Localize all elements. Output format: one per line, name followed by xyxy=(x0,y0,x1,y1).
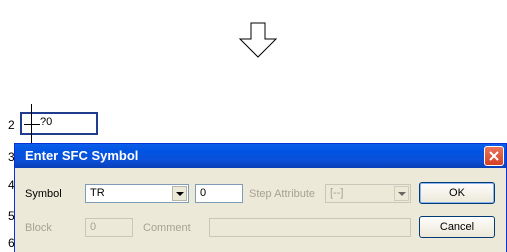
symbol-label: Symbol xyxy=(25,188,62,200)
block-input[interactable]: 0 xyxy=(85,218,133,237)
dialog-titlebar[interactable]: Enter SFC Symbol xyxy=(15,144,506,168)
cancel-button[interactable]: Cancel xyxy=(419,216,495,238)
symbol-dropdown[interactable]: TR xyxy=(85,184,189,203)
step-attribute-dropdown-button[interactable] xyxy=(394,186,409,201)
block-label: Block xyxy=(25,222,52,234)
dialog-title: Enter SFC Symbol xyxy=(25,148,139,163)
ok-button[interactable]: OK xyxy=(419,182,495,204)
chevron-down-icon xyxy=(176,192,184,196)
sfc-cell-label: ?0 xyxy=(40,116,53,128)
down-arrow-icon xyxy=(238,22,278,58)
step-attribute-value: [--] xyxy=(330,187,344,199)
comment-input[interactable] xyxy=(209,218,411,237)
close-button[interactable] xyxy=(484,146,504,166)
step-attribute-label: Step Attribute xyxy=(249,188,316,200)
comment-label: Comment xyxy=(143,222,191,234)
symbol-dropdown-button[interactable] xyxy=(172,186,187,201)
number-input[interactable]: 0 xyxy=(195,184,243,203)
block-value: 0 xyxy=(90,221,97,233)
symbol-value: TR xyxy=(90,187,105,199)
number-value: 0 xyxy=(200,187,207,199)
transition-mark xyxy=(24,124,40,125)
row-number-2: 2 xyxy=(8,118,15,132)
close-icon xyxy=(489,151,499,161)
enter-sfc-symbol-dialog: Enter SFC Symbol Symbol TR 0 Step Attrib… xyxy=(14,143,507,252)
screen: 2 3 4 5 6 ?0 Enter SFC Symbol Symbol TR … xyxy=(0,0,507,252)
step-attribute-dropdown[interactable]: [--] xyxy=(325,184,411,203)
chevron-down-icon xyxy=(398,192,406,196)
